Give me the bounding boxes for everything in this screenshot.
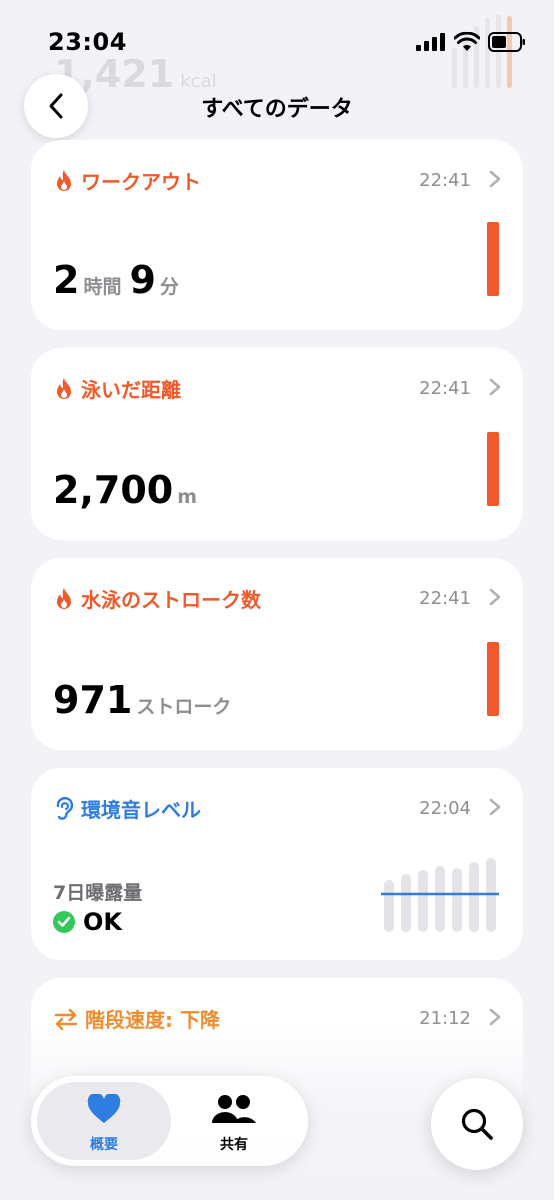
tab-summary[interactable]: 概要: [37, 1082, 171, 1160]
ear-icon: [56, 796, 74, 820]
card-header: ワークアウト: [53, 166, 201, 195]
card-header: 水泳のストローク数: [53, 584, 261, 613]
card-noise-level[interactable]: 環境音レベル 22:04 7日曝露量 OK: [31, 768, 523, 960]
unit: m: [177, 486, 198, 508]
card-title: 泳いだ距離: [81, 378, 181, 402]
unit-minutes: 分: [159, 276, 179, 298]
status-icons: [416, 32, 526, 52]
status-time: 23:04: [48, 28, 127, 56]
mini-chart-bar: [487, 432, 499, 506]
wifi-icon: [454, 32, 480, 51]
flame-icon: [57, 377, 71, 399]
card-title: ワークアウト: [81, 170, 201, 194]
tab-bar: 概要 共有: [31, 1076, 308, 1166]
page-title: すべてのデータ: [201, 97, 353, 122]
tab-sharing[interactable]: 共有: [167, 1082, 301, 1160]
chevron-right-icon: [489, 378, 501, 396]
value-minutes: 9: [129, 258, 156, 302]
chevron-right-icon: [489, 170, 501, 188]
card-time: 22:41: [419, 378, 471, 399]
noise-mini-chart: [381, 858, 499, 932]
tab-label: 概要: [90, 1137, 118, 1153]
card-title: 水泳のストローク数: [81, 588, 261, 612]
cellular-signal-icon: [416, 33, 445, 51]
card-header: 環境音レベル: [53, 794, 201, 823]
unit-hours: 時間: [83, 276, 122, 298]
noise-status: OK: [53, 908, 122, 936]
card-workout[interactable]: ワークアウト 22:41 2 時間 9 分: [31, 140, 523, 330]
arrows-icon: [54, 1008, 78, 1030]
heart-icon: [87, 1094, 121, 1123]
workout-duration: 2 時間 9 分: [53, 258, 187, 302]
value: 2,700: [53, 468, 174, 512]
checkmark-icon: [53, 911, 75, 933]
value: 971: [53, 678, 133, 722]
card-time: 22:41: [419, 588, 471, 609]
search-button[interactable]: [431, 1078, 523, 1170]
tab-label: 共有: [220, 1137, 248, 1153]
mini-chart-bar: [487, 222, 499, 296]
battery-icon: [488, 32, 525, 52]
value-hours: 2: [53, 258, 80, 302]
card-title: 階段速度: 下降: [85, 1008, 220, 1032]
chevron-right-icon: [489, 588, 501, 606]
chevron-right-icon: [489, 1008, 501, 1026]
card-time: 22:04: [419, 798, 471, 819]
card-time: 22:41: [419, 170, 471, 191]
card-swim-distance[interactable]: 泳いだ距離 22:41 2,700 m: [31, 348, 523, 540]
card-swim-strokes[interactable]: 水泳のストローク数 22:41 971 ストローク: [31, 558, 523, 750]
navigation-bar: すべてのデータ: [0, 70, 554, 140]
mini-chart-bar: [487, 642, 499, 716]
noise-status-label: OK: [83, 908, 122, 936]
card-header: 泳いだ距離: [53, 374, 181, 403]
search-icon: [461, 1108, 493, 1140]
card-header: 階段速度: 下降: [53, 1004, 220, 1033]
chevron-right-icon: [489, 798, 501, 816]
card-title: 環境音レベル: [81, 798, 201, 822]
stroke-value: 971 ストローク: [53, 678, 239, 722]
card-time: 21:12: [419, 1008, 471, 1029]
flame-icon: [57, 587, 71, 609]
distance-value: 2,700 m: [53, 468, 205, 512]
unit: ストローク: [136, 696, 232, 718]
flame-icon: [57, 169, 71, 191]
people-icon: [212, 1095, 256, 1123]
noise-subtitle: 7日曝露量: [53, 882, 143, 904]
